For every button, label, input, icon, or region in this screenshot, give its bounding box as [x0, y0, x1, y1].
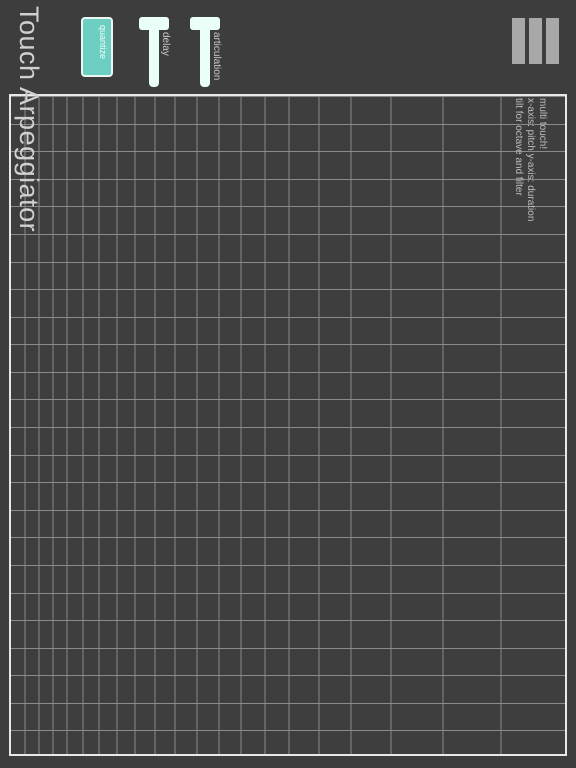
instructions: multi touch! x-axis: pitch y-axis: durat… [512, 98, 548, 221]
app-title: Touch Arpeggiator [14, 6, 44, 233]
touch-pad[interactable] [9, 94, 567, 756]
menu-button[interactable] [512, 18, 559, 64]
quantize-label: quantize [98, 25, 108, 60]
instructions-line-1: multi touch! [537, 98, 548, 150]
menu-bar-middle [529, 18, 542, 64]
touch-grid [11, 96, 565, 754]
menu-bar-right [546, 18, 559, 64]
instructions-line-3: tilt for octave and filter [513, 98, 524, 196]
articulation-label: articulation [211, 32, 222, 81]
instructions-line-2: x-axis: pitch y-axis: duration [525, 98, 536, 222]
delay-slider-track[interactable] [149, 27, 159, 87]
quantize-toggle[interactable]: quantize [81, 17, 113, 77]
delay-label: delay [160, 32, 171, 56]
articulation-slider-track[interactable] [200, 27, 210, 87]
menu-bars-icon [512, 18, 525, 64]
